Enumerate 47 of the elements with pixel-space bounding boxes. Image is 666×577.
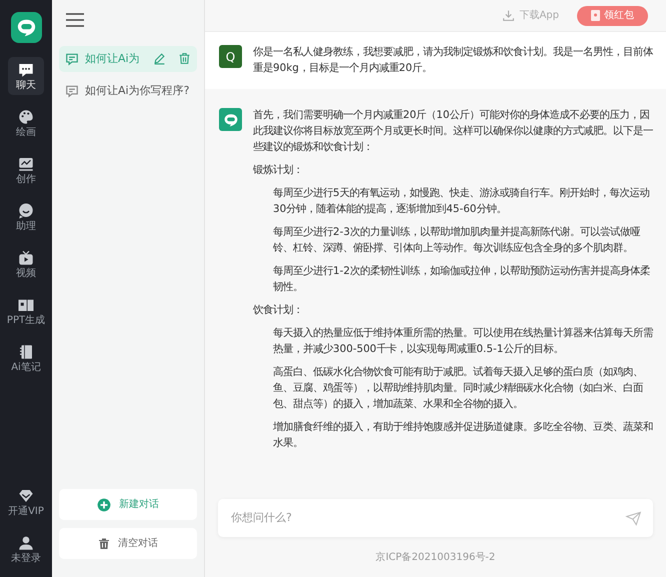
send-icon[interactable] [625, 510, 642, 526]
nav-item[interactable]: 开通VIP [8, 483, 44, 521]
tv-icon [17, 249, 35, 267]
nav-item[interactable]: 助理 [8, 198, 44, 236]
download-icon [502, 9, 516, 22]
nav-item[interactable]: 聊天 [8, 57, 44, 95]
nav-item[interactable]: 绘画 [8, 104, 44, 142]
conversation-title: 如何让Ai为你写程序? [85, 83, 190, 99]
assistant-avatar [219, 108, 242, 131]
envelope-icon [591, 10, 600, 21]
nav-item[interactable]: 创作 [8, 151, 44, 189]
nav-item[interactable]: Ai笔记 [8, 339, 44, 377]
plan-item: 每周至少进行5天的有氧运动，如慢跑、快走、游泳或骑自行车。刚开始时，每次运动30分钟，随着体能的提高，逐渐增加到45-60分钟。 [272, 186, 651, 217]
user-avatar: Q [219, 45, 242, 68]
user-icon [17, 534, 35, 552]
notebook-icon [17, 343, 35, 361]
plan-item: 每周至少进行1-2次的柔韧性训练，如瑜伽或拉伸，以帮助预防运动伤害并提高身体柔韧性。 [272, 264, 651, 295]
message-icon [65, 52, 79, 66]
new-chat-button[interactable]: 新建对话 [59, 489, 197, 520]
edit-icon[interactable] [153, 52, 166, 66]
plus-icon [97, 498, 111, 512]
smile-bubble-icon [17, 202, 35, 220]
chart-icon [17, 155, 35, 173]
menu-icon[interactable] [66, 12, 84, 28]
nav-item[interactable]: 未登录 [8, 530, 44, 568]
message-icon [65, 84, 79, 98]
plan-item: 每天摄入的热量应低于维持体重所需的热量。可以使用在线热量计算器来估算每天所需热量，并减少300-500千卡，以实现每周减重0.5-1公斤的目标。 [272, 326, 654, 357]
delete-icon[interactable] [178, 52, 191, 66]
logo-icon [10, 12, 42, 43]
section-heading: 锻炼计划： [253, 163, 304, 178]
conversation-title: 如何让Ai为 [85, 50, 141, 66]
nav-item[interactable]: PPT生成 [8, 292, 44, 330]
message-text: 你是一名私人健身教练，我想要减肥，请为我制定锻炼和饮食计划。我是一名男性，目前体重是90kg，目标是一个月内减重20斤。 [253, 45, 654, 76]
question-field[interactable]: 你想问什么? [229, 508, 625, 528]
icp-footer: 京ICP备2021003196号-2 [205, 537, 666, 577]
plan-item: 每周至少进行2-3次的力量训练，以帮助增加肌肉量并提高新陈代谢。可以尝试做哑铃、杠铃、深蹲、俯卧撑、引体向上等动作。每次训练应包含全身的多个肌肉群。 [272, 225, 642, 256]
conversation-item[interactable]: 如何让Ai为你写程序? [59, 78, 197, 104]
clear-chats-button[interactable]: 清空对话 [59, 528, 197, 559]
trash-icon [98, 537, 110, 550]
plan-item: 增加膳食纤维的摄入，有助于维持饱腹感并促进肠道健康。多吃全谷物、豆类、蔬菜和水果。 [272, 420, 654, 451]
section-heading: 饮食计划： [253, 303, 304, 318]
question-input[interactable]: 你想问什么? [218, 499, 653, 537]
nav-item[interactable]: 视频 [8, 245, 44, 283]
chat-bubble-icon [17, 61, 35, 79]
message-text: 首先，我们需要明确一个月内减重20斤（10公斤）可能对你的身体造成不必要的压力，因此我建议你将目标放宽至两个月或更长时间。这样可以确保你以健康的方式减肥。以下是一些建议的锻炼和饮食计划： [253, 108, 654, 155]
plan-item: 高蛋白、低碳水化合物饮食可能有助于减肥。试着每天摄入足够的蛋白质（如鸡肉、鱼、豆腐、鸡蛋等），以帮助维持肌肉量。同时减少精细碳水化合物（如白米、白面包、甜点等）的摄入，增加蔬菜、水果和全谷物的摄入。 [272, 365, 644, 412]
palette-icon [17, 108, 35, 126]
